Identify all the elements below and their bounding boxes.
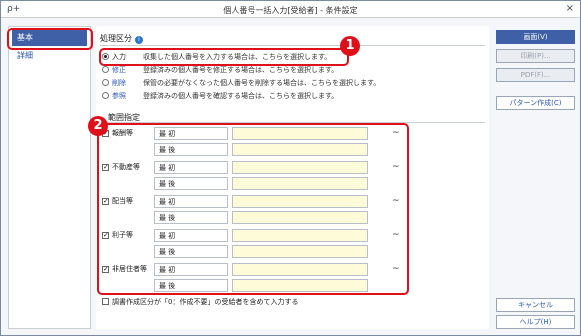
close-icon[interactable]: × [566,3,574,14]
dialog-window: ρ+ 個人番号一括入力[受給者] - 条件設定 × 基本 詳細 処理区分 i 入力… [0,0,581,336]
checkbox-label: 調書作成区分が「0：作成不要」の受給者を含めて入力する [112,298,299,306]
highlight-range-section [97,123,409,295]
radio-button[interactable] [102,79,109,86]
radio-label[interactable]: 参照 [112,90,126,102]
cancel-button[interactable]: キャンセル [496,298,575,312]
info-icon[interactable]: i [135,36,143,44]
annotation-badge-1: 1 [340,36,360,56]
window-title: 個人番号一括入力[受給者] - 条件設定 [223,6,358,15]
processing-title-text: 処理区分 [100,34,132,43]
section-divider [100,45,485,46]
pdf-button[interactable]: PDF(F)... [496,68,575,82]
radio-delete[interactable]: 削除 保管の必要がなくなった個人番号を削除する場合は、こちらを選択します。 [102,77,462,89]
checkbox[interactable] [102,298,109,305]
highlight-sidebar-basic [7,28,93,50]
radio-button[interactable] [102,66,109,73]
sidebar-item-detail[interactable]: 詳細 [12,48,87,64]
highlight-radio-input [99,48,349,66]
help-button[interactable]: ヘルプ(H) [496,315,575,329]
radio-reference[interactable]: 参照 登録済みの個人番号を確認する場合は、こちらを選択します。 [102,90,462,102]
radio-description: 登録済みの個人番号を確認する場合は、こちらを選択します。 [143,92,339,100]
radio-button[interactable] [102,92,109,99]
print-button[interactable]: 印刷(P)... [496,49,575,63]
pattern-create-button[interactable]: パターン作成(C) [496,96,575,110]
radio-label[interactable]: 削除 [112,77,126,89]
radio-description: 保管の必要がなくなった個人番号を削除する場合は、こちらを選択します。 [143,79,381,87]
title-bar: ρ+ 個人番号一括入力[受給者] - 条件設定 × [1,1,580,18]
annotation-badge-2: 2 [88,116,108,136]
sidebar: 基本 詳細 [8,26,91,329]
screen-button[interactable]: 画面(V) [496,30,575,44]
processing-section-title: 処理区分 i [100,33,143,44]
